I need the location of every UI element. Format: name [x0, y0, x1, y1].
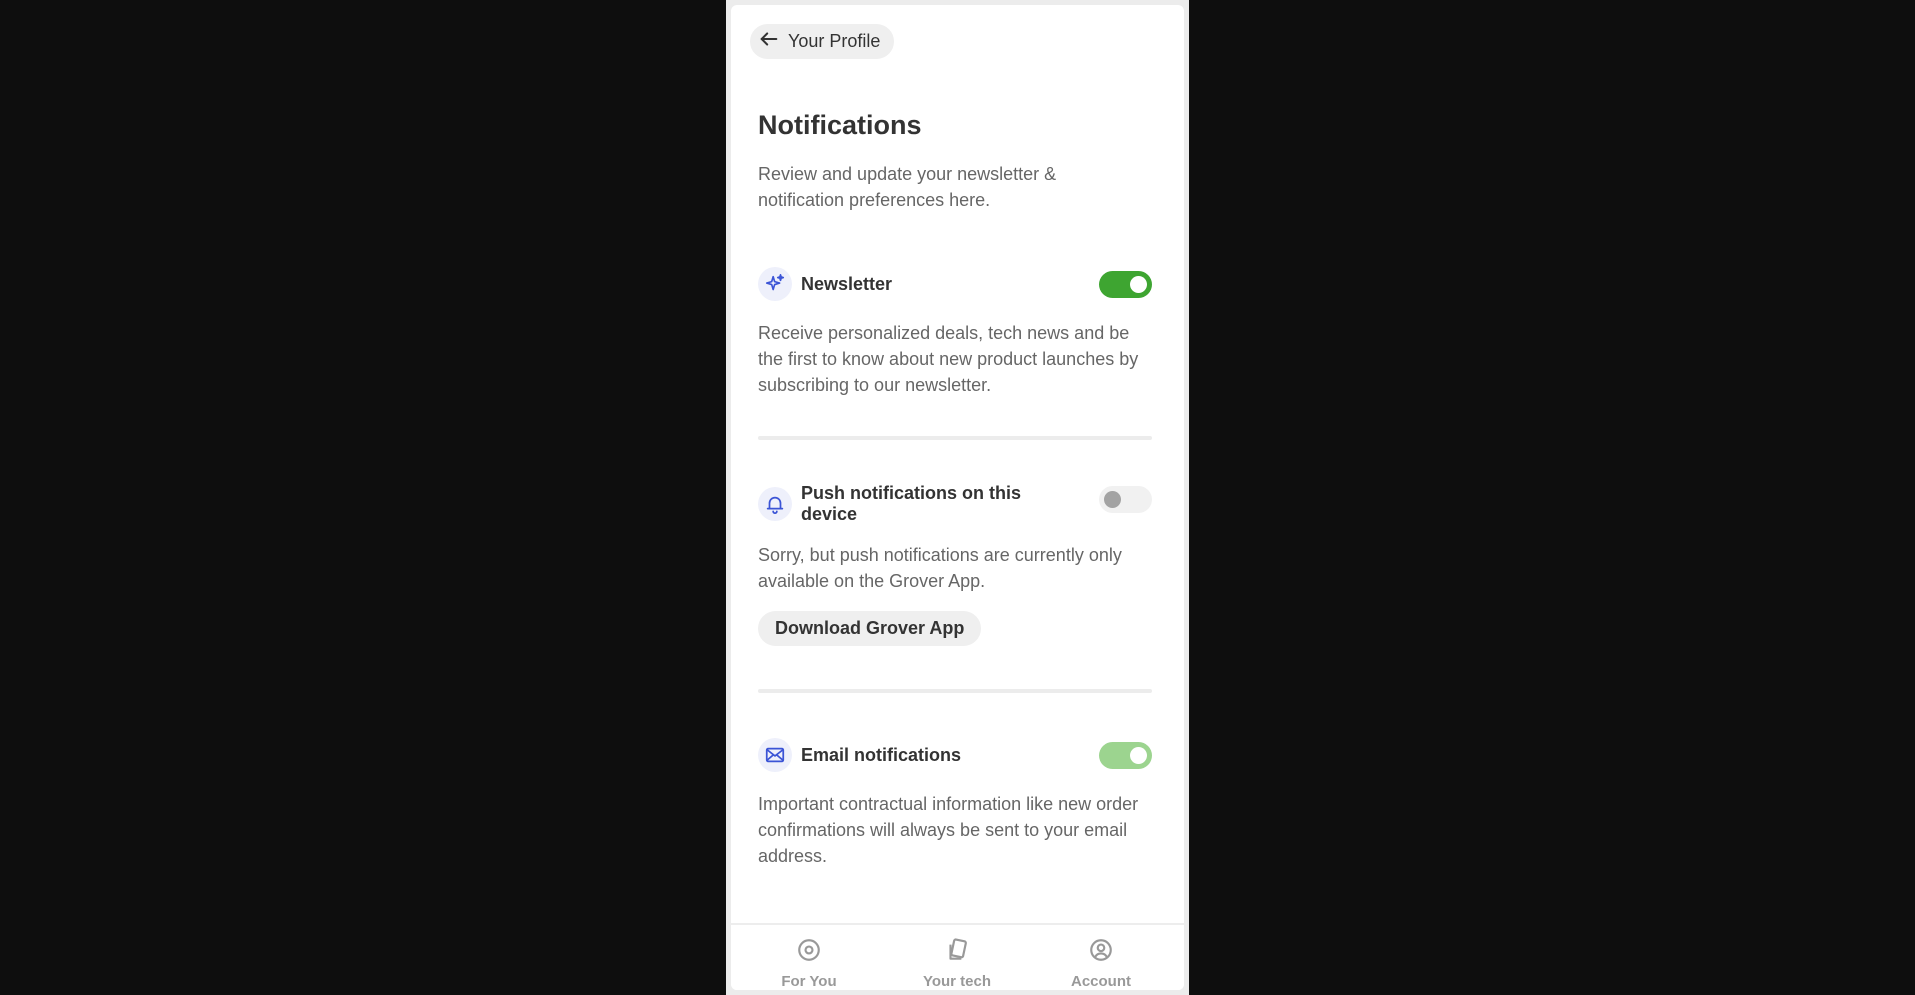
- sparkle-icon: [758, 267, 792, 301]
- push-header: Push notifications on this device: [758, 483, 1031, 525]
- page-title: Notifications: [758, 110, 922, 140]
- user-circle-icon: [1088, 937, 1114, 968]
- push-description: Sorry, but push notifications are curren…: [758, 545, 1122, 591]
- nav-account[interactable]: Account: [1046, 937, 1156, 990]
- newsletter-header: Newsletter: [758, 267, 892, 301]
- toggle-knob: [1104, 491, 1121, 508]
- target-icon: [796, 937, 822, 968]
- page-intro: Review and update your newsletter & noti…: [758, 164, 1057, 210]
- back-to-profile-button[interactable]: Your Profile: [750, 24, 895, 59]
- nav-label: Account: [1071, 973, 1131, 990]
- email-toggle[interactable]: [1099, 742, 1152, 769]
- push-label: Push notifications on this device: [801, 483, 1021, 524]
- toggle-knob: [1130, 276, 1147, 293]
- back-button-label: Your Profile: [788, 31, 881, 51]
- notifications-screen: Your Profile Notifications Review and up…: [731, 5, 1184, 990]
- email-header: Email notifications: [758, 738, 961, 772]
- email-description: Important contractual information like n…: [758, 794, 1139, 866]
- nav-label: For You: [781, 973, 837, 990]
- nav-for-you[interactable]: For You: [754, 937, 864, 990]
- newsletter-label: Newsletter: [801, 273, 893, 294]
- cards-icon: [944, 937, 970, 968]
- arrow-left-icon: [758, 28, 780, 55]
- bottom-navigation: For You Your tech Account: [731, 923, 1184, 990]
- section-divider: [758, 689, 1152, 693]
- nav-label: Your tech: [922, 973, 992, 990]
- newsletter-toggle[interactable]: [1099, 271, 1152, 298]
- envelope-icon: [758, 738, 792, 772]
- toggle-knob: [1130, 747, 1147, 764]
- push-toggle[interactable]: [1099, 486, 1152, 513]
- email-label: Email notifications: [801, 744, 962, 765]
- nav-your-tech[interactable]: Your tech: [902, 937, 1012, 990]
- phone-frame: Your Profile Notifications Review and up…: [726, 0, 1189, 995]
- newsletter-description: Receive personalized deals, tech news an…: [758, 323, 1139, 395]
- bell-icon: [758, 487, 792, 521]
- download-app-button[interactable]: Download Grover App: [758, 611, 982, 646]
- section-divider: [758, 436, 1152, 440]
